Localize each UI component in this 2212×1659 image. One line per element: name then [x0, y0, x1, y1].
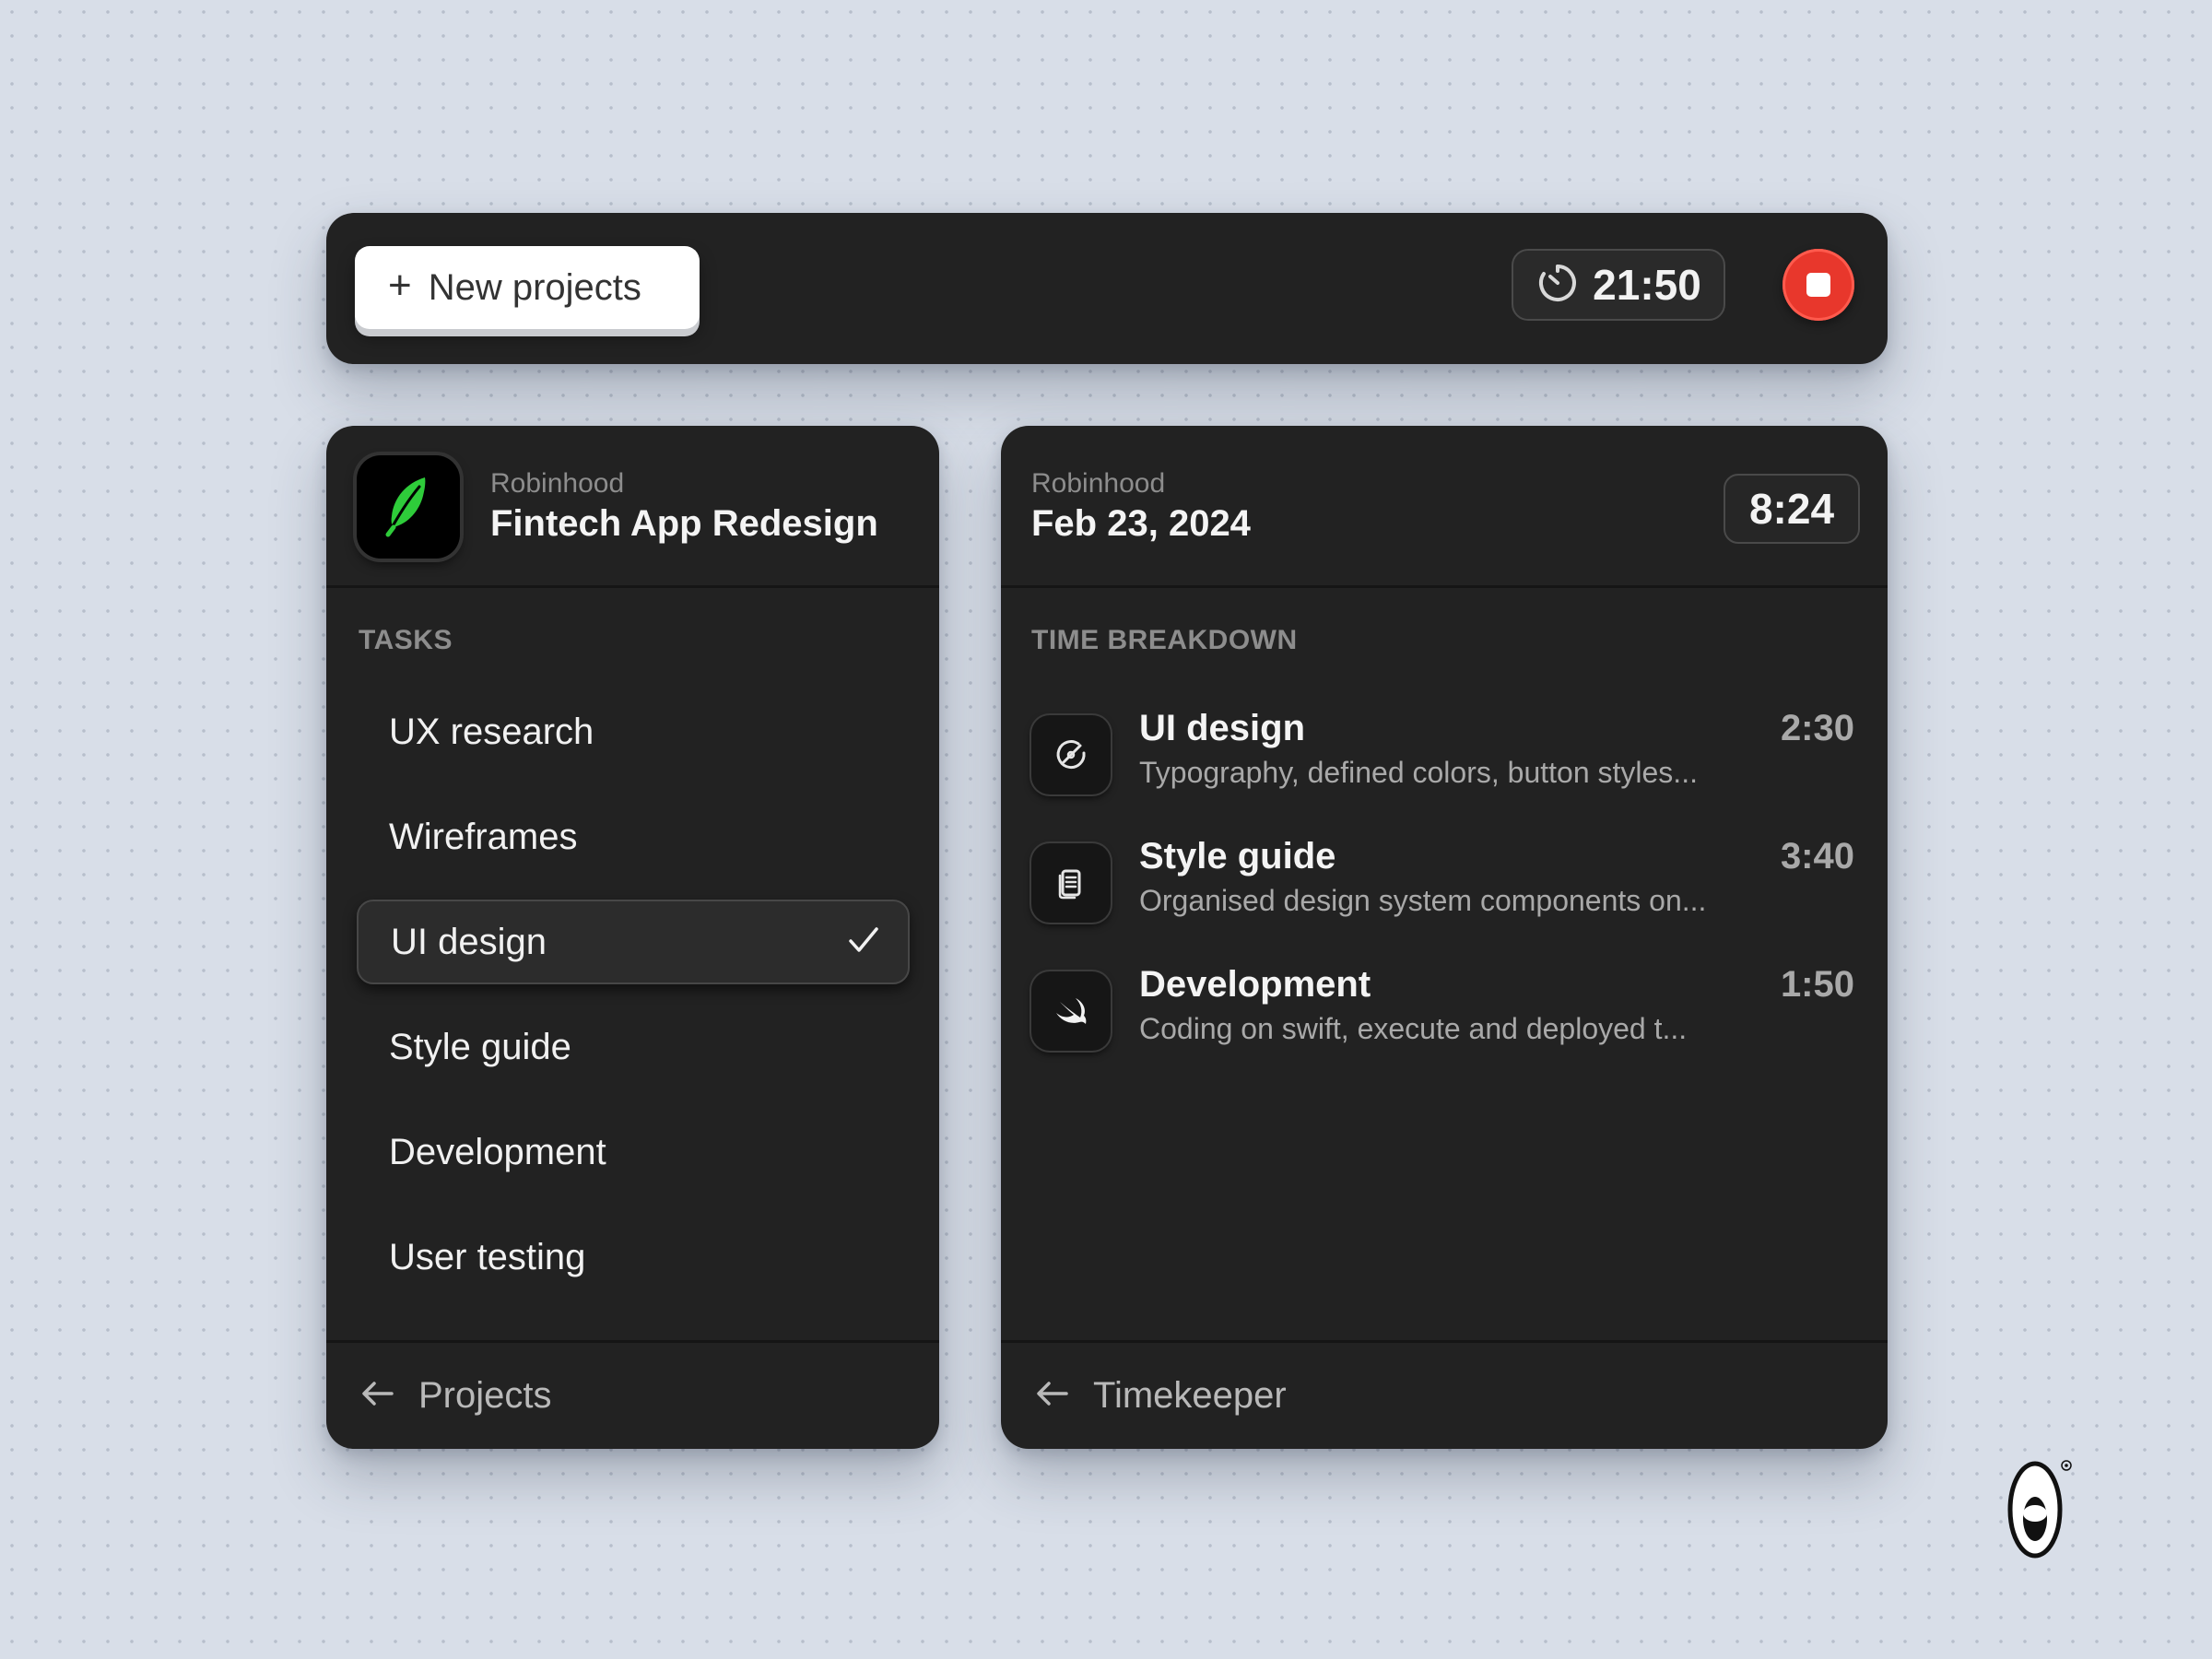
breakdown-name: UI design [1139, 708, 1306, 748]
document-icon [1031, 843, 1111, 923]
breakdown-item-development[interactable]: Development Coding on swift, execute and… [1031, 964, 1854, 1053]
back-to-projects-link[interactable]: Projects [326, 1340, 939, 1449]
task-item-development[interactable]: Development [357, 1110, 910, 1194]
swift-icon [1031, 971, 1111, 1051]
breakdown-name: Style guide [1139, 836, 1336, 877]
back-label: Projects [418, 1375, 552, 1416]
project-title: Fintech App Redesign [490, 503, 878, 544]
timer-value: 21:50 [1593, 261, 1701, 309]
plus-icon: + [388, 263, 412, 308]
project-client: Robinhood [490, 468, 625, 499]
task-label: User testing [389, 1236, 586, 1277]
breakdown-description: Organised design system components on... [1139, 884, 1707, 917]
project-header: Robinhood Fintech App Redesign [326, 426, 939, 588]
top-toolbar: + New projects 21:50 [326, 213, 1888, 364]
task-label: Wireframes [389, 816, 578, 857]
task-item-ux-research[interactable]: UX research [357, 689, 910, 774]
timekeeper-client: Robinhood [1031, 468, 1166, 499]
breakdown-item-ui-design[interactable]: UI design Typography, defined colors, bu… [1031, 708, 1854, 796]
stop-timer-button[interactable] [1783, 249, 1854, 321]
breakdown-time: 3:40 [1780, 836, 1854, 877]
brand-logo [2000, 1453, 2074, 1568]
back-to-timekeeper-link[interactable]: Timekeeper [1001, 1340, 1888, 1449]
task-item-wireframes[interactable]: Wireframes [357, 794, 910, 879]
back-label: Timekeeper [1093, 1375, 1287, 1416]
design-tool-icon [1031, 715, 1111, 794]
project-tasks-panel: Robinhood Fintech App Redesign TASKS UX … [326, 426, 939, 1449]
new-project-label: New projects [428, 266, 641, 308]
task-item-style-guide[interactable]: Style guide [357, 1005, 910, 1089]
new-project-button[interactable]: + New projects [355, 246, 700, 329]
breakdown-description: Coding on swift, execute and deployed t.… [1139, 1012, 1688, 1045]
task-label: UI design [391, 921, 547, 962]
task-item-user-testing[interactable]: User testing [357, 1215, 910, 1300]
timekeeper-panel: Robinhood Feb 23, 2024 8:24 TIME BREAKDO… [1001, 426, 1888, 1449]
arrow-left-icon [1036, 1380, 1069, 1412]
breakdown-name: Development [1139, 964, 1371, 1005]
breakdown-time: 1:50 [1780, 964, 1854, 1005]
running-timer: 21:50 [1512, 249, 1725, 321]
breakdown-description: Typography, defined colors, button style… [1139, 756, 1698, 789]
stop-icon [1806, 273, 1830, 297]
timer-icon [1535, 261, 1580, 310]
time-breakdown-label: TIME BREAKDOWN [1031, 625, 1298, 655]
breakdown-item-style-guide[interactable]: Style guide Organised design system comp… [1031, 836, 1854, 924]
task-label: Style guide [389, 1026, 571, 1067]
task-item-ui-design[interactable]: UI design [357, 900, 910, 984]
checkmark-icon [845, 922, 882, 968]
tasks-section-label: TASKS [359, 625, 453, 655]
task-label: UX research [389, 711, 594, 752]
task-label: Development [389, 1131, 606, 1172]
breakdown-time: 2:30 [1780, 708, 1854, 748]
total-time-badge: 8:24 [1724, 474, 1860, 544]
timekeeper-date: Feb 23, 2024 [1031, 503, 1251, 544]
arrow-left-icon [361, 1380, 394, 1412]
feather-icon [357, 455, 460, 559]
timekeeper-header: Robinhood Feb 23, 2024 8:24 [1001, 426, 1888, 588]
